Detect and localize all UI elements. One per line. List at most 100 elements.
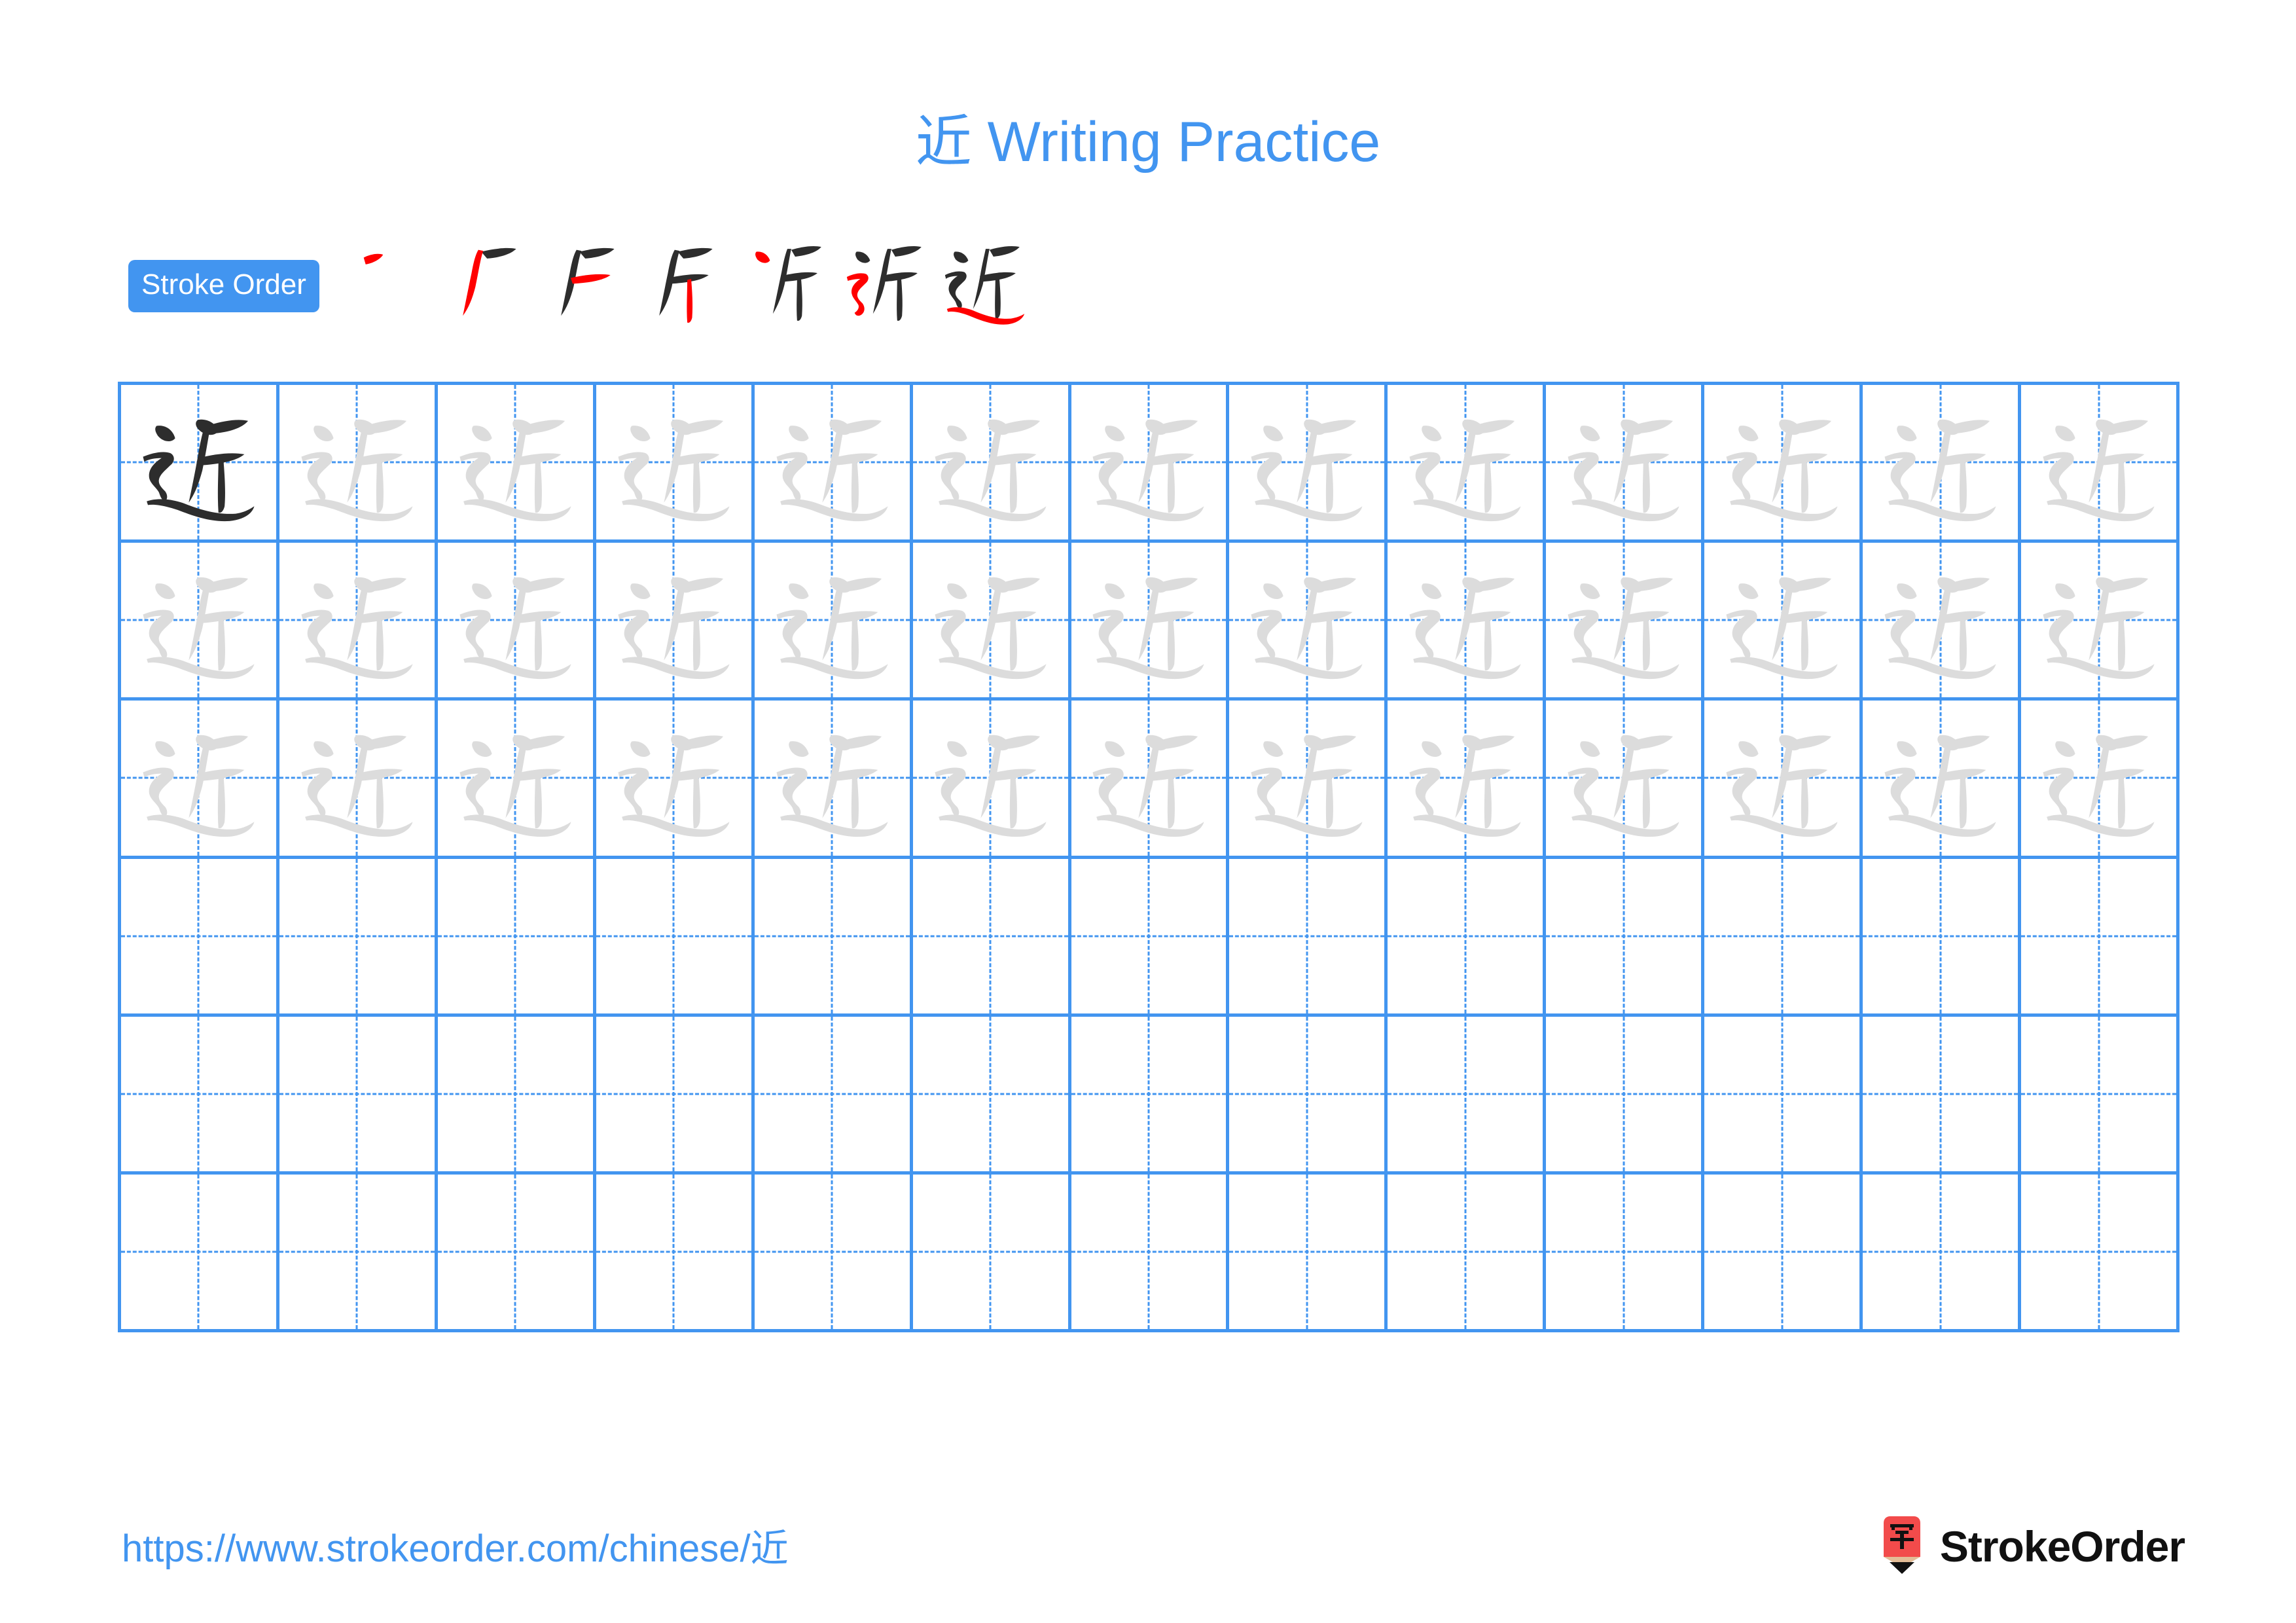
practice-cell[interactable] [1229,701,1388,859]
practice-cell[interactable] [1704,1016,1863,1175]
trace-character [1388,385,1543,539]
trace-character [1229,543,1384,697]
practice-cell[interactable] [2021,543,2179,701]
practice-cell[interactable] [437,858,596,1017]
practice-cell[interactable] [1071,1016,1230,1175]
practice-cell[interactable] [1704,1174,1863,1332]
practice-cell[interactable] [1071,858,1230,1017]
practice-cell[interactable] [1229,385,1388,543]
trace-character [1546,701,1701,855]
trace-character [1229,701,1384,855]
practice-cell[interactable] [121,385,279,543]
practice-cell[interactable] [1388,1174,1547,1332]
trace-character [279,543,435,697]
practice-cell[interactable] [1546,543,1705,701]
practice-cell[interactable] [1229,543,1388,701]
practice-cell[interactable] [437,1174,596,1332]
practice-cell[interactable] [437,385,596,543]
practice-cell[interactable] [1229,1174,1388,1332]
practice-cell[interactable] [1863,1174,2022,1332]
practice-cell[interactable] [1229,858,1388,1017]
practice-cell[interactable] [1071,1174,1230,1332]
stroke-step-5 [741,230,838,327]
practice-cell[interactable] [1546,1016,1705,1175]
brand-logo[interactable]: StrokeOrder [1878,1516,2185,1577]
practice-cell[interactable] [121,858,279,1017]
practice-cell[interactable] [596,385,755,543]
practice-cell[interactable] [912,385,1071,543]
trace-character [1863,543,2018,697]
practice-cell[interactable] [1863,1016,2022,1175]
trace-character [438,385,593,539]
practice-cell[interactable] [1388,543,1547,701]
practice-cell[interactable] [1704,701,1863,859]
practice-cell[interactable] [596,858,755,1017]
practice-cell[interactable] [912,1016,1071,1175]
footer-url-prefix: https://www.strokeorder.com/chinese/ [122,1527,751,1570]
trace-character [913,701,1068,855]
practice-cell[interactable] [279,1016,438,1175]
practice-cell[interactable] [596,543,755,701]
practice-cell[interactable] [754,858,913,1017]
practice-cell[interactable] [2021,385,2179,543]
practice-cell[interactable] [121,1016,279,1175]
practice-cell[interactable] [279,385,438,543]
practice-cell[interactable] [1388,1016,1547,1175]
trace-character [2021,385,2176,539]
practice-cell[interactable] [1704,385,1863,543]
stroke-order-section: Stroke Order [128,246,1035,325]
practice-cell[interactable] [596,1016,755,1175]
practice-cell[interactable] [2021,1016,2179,1175]
practice-cell[interactable] [596,701,755,859]
trace-character [755,701,910,855]
practice-cell[interactable] [1388,701,1547,859]
practice-cell[interactable] [1863,858,2022,1017]
practice-cell[interactable] [279,701,438,859]
practice-cell[interactable] [1704,858,1863,1017]
practice-cell[interactable] [754,1016,913,1175]
practice-cell[interactable] [1863,543,2022,701]
practice-cell[interactable] [437,1016,596,1175]
practice-cell[interactable] [754,385,913,543]
practice-cell[interactable] [1546,701,1705,859]
practice-cell[interactable] [1388,385,1547,543]
practice-cell[interactable] [912,701,1071,859]
practice-cell[interactable] [1863,385,2022,543]
practice-cell[interactable] [1071,543,1230,701]
practice-cell[interactable] [912,858,1071,1017]
practice-cell[interactable] [596,1174,755,1332]
practice-cell[interactable] [1546,385,1705,543]
practice-cell[interactable] [121,701,279,859]
practice-cell[interactable] [279,858,438,1017]
practice-cell[interactable] [1071,385,1230,543]
practice-cell[interactable] [1229,1016,1388,1175]
practice-cell[interactable] [437,701,596,859]
practice-cell[interactable] [2021,1174,2179,1332]
practice-cell[interactable] [1863,701,2022,859]
practice-cell[interactable] [912,1174,1071,1332]
practice-cell[interactable] [1704,543,1863,701]
practice-cell[interactable] [1546,1174,1705,1332]
practice-cell[interactable] [754,543,913,701]
trace-character [755,543,910,697]
practice-cell[interactable] [754,701,913,859]
practice-cell[interactable] [912,543,1071,701]
trace-character [1863,701,2018,855]
trace-character [279,385,435,539]
practice-cell[interactable] [2021,858,2179,1017]
footer-url[interactable]: https://www.strokeorder.com/chinese/近 [122,1525,789,1573]
trace-character [1546,543,1701,697]
practice-cell[interactable] [754,1174,913,1332]
practice-cell[interactable] [1546,858,1705,1017]
practice-cell[interactable] [279,1174,438,1332]
practice-cell[interactable] [1388,858,1547,1017]
trace-character [438,701,593,855]
trace-character [1546,385,1701,539]
practice-cell[interactable] [121,543,279,701]
practice-cell[interactable] [121,1174,279,1332]
practice-cell[interactable] [279,543,438,701]
stroke-step-2 [446,230,543,327]
practice-cell[interactable] [1071,701,1230,859]
practice-cell[interactable] [437,543,596,701]
practice-cell[interactable] [2021,701,2179,859]
